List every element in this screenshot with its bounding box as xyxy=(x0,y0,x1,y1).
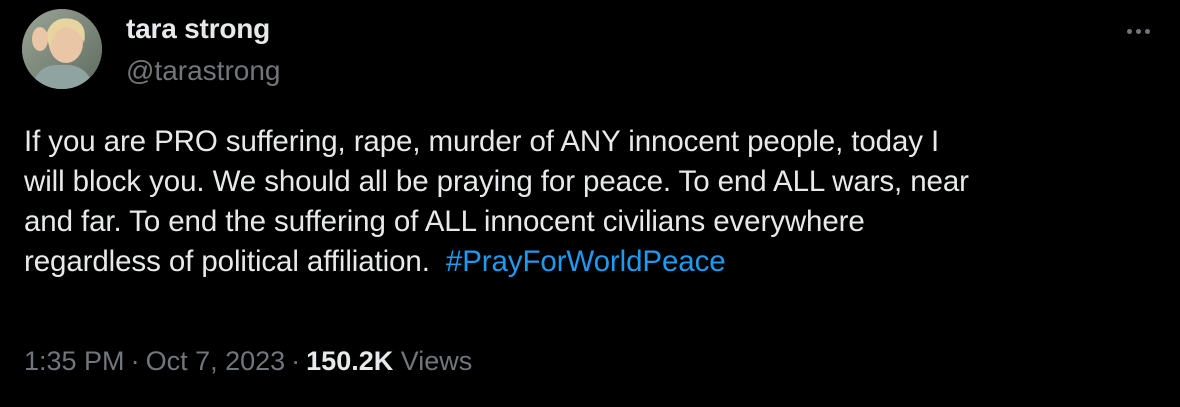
display-name[interactable]: tara strong xyxy=(126,12,281,46)
tweet-text-line: If you are PRO suffering, rape, murder o… xyxy=(24,125,940,158)
meta-separator: · xyxy=(130,346,140,376)
meta-separator: · xyxy=(291,346,301,376)
tweet-text-line: and far. To end the suffering of ALL inn… xyxy=(24,205,865,238)
tweet: tara strong @tarastrong If you are PRO s… xyxy=(0,0,1180,407)
handle[interactable]: @tarastrong xyxy=(126,54,281,88)
tweet-text: If you are PRO suffering, rape, murder o… xyxy=(24,122,1154,282)
views-label: Views xyxy=(400,346,473,376)
avatar[interactable] xyxy=(22,9,102,89)
tweet-text-line: will block you. We should all be praying… xyxy=(24,165,969,198)
more-horizontal-icon xyxy=(1126,28,1132,34)
more-options-button[interactable] xyxy=(1120,20,1156,42)
tweet-time[interactable]: 1:35 PM xyxy=(24,346,125,376)
more-dot xyxy=(1135,28,1141,34)
author-block: tara strong @tarastrong xyxy=(126,12,281,88)
hashtag-link[interactable]: #PrayForWorldPeace xyxy=(446,245,726,278)
tweet-date[interactable]: Oct 7, 2023 xyxy=(146,346,286,376)
tweet-meta: 1:35 PM · Oct 7, 2023 · 150.2K Views xyxy=(24,344,472,378)
views-count: 150.2K xyxy=(306,346,394,376)
tweet-text-line: regardless of political affiliation. xyxy=(24,245,438,278)
more-dot xyxy=(1144,28,1150,34)
